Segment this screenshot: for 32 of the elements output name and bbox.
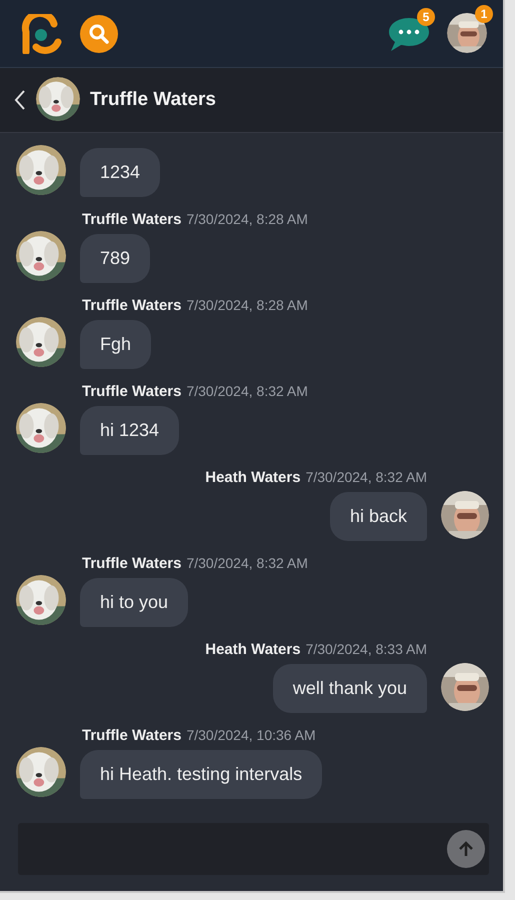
arrow-up-icon <box>457 840 475 858</box>
timestamp: 7/30/2024, 8:28 AM <box>186 297 308 313</box>
message-input[interactable] <box>18 823 489 875</box>
timestamp: 7/30/2024, 10:36 AM <box>186 727 316 743</box>
notification-badge: 1 <box>475 4 493 22</box>
message-bubble: 1234 <box>80 148 160 197</box>
timestamp: 7/30/2024, 8:28 AM <box>186 211 308 227</box>
message-bubble: hi to you <box>80 578 188 627</box>
timestamp: 7/30/2024, 8:32 AM <box>306 469 427 485</box>
sender-name: Truffle Waters <box>82 297 182 314</box>
timestamp: 7/30/2024, 8:32 AM <box>186 555 308 571</box>
conversation-title: Truffle Waters <box>90 89 216 111</box>
sender-name: Truffle Waters <box>82 211 182 228</box>
message-bubble: hi 1234 <box>80 406 180 455</box>
message-bubble: Fgh <box>80 320 152 369</box>
back-icon <box>14 89 26 111</box>
sender-name: Truffle Waters <box>82 555 182 572</box>
message-bubble: 789 <box>80 234 150 283</box>
sender-name: Heath Waters <box>205 641 301 658</box>
notification-badge: 5 <box>417 8 435 26</box>
search-icon[interactable] <box>80 14 118 52</box>
sender-name: Truffle Waters <box>82 727 182 744</box>
sender-name: Truffle Waters <box>82 383 182 400</box>
logo-icon[interactable] <box>20 14 62 54</box>
timestamp: 7/30/2024, 8:33 AM <box>306 641 427 657</box>
back-button[interactable] <box>14 89 26 111</box>
sender-name: Heath Waters <box>205 469 301 486</box>
message-bubble: hi back <box>330 492 427 541</box>
send-button[interactable] <box>447 830 485 868</box>
message-bubble: well thank you <box>272 664 427 713</box>
message-bubble: hi Heath. testing intervals <box>80 750 322 799</box>
timestamp: 7/30/2024, 8:32 AM <box>186 383 308 399</box>
